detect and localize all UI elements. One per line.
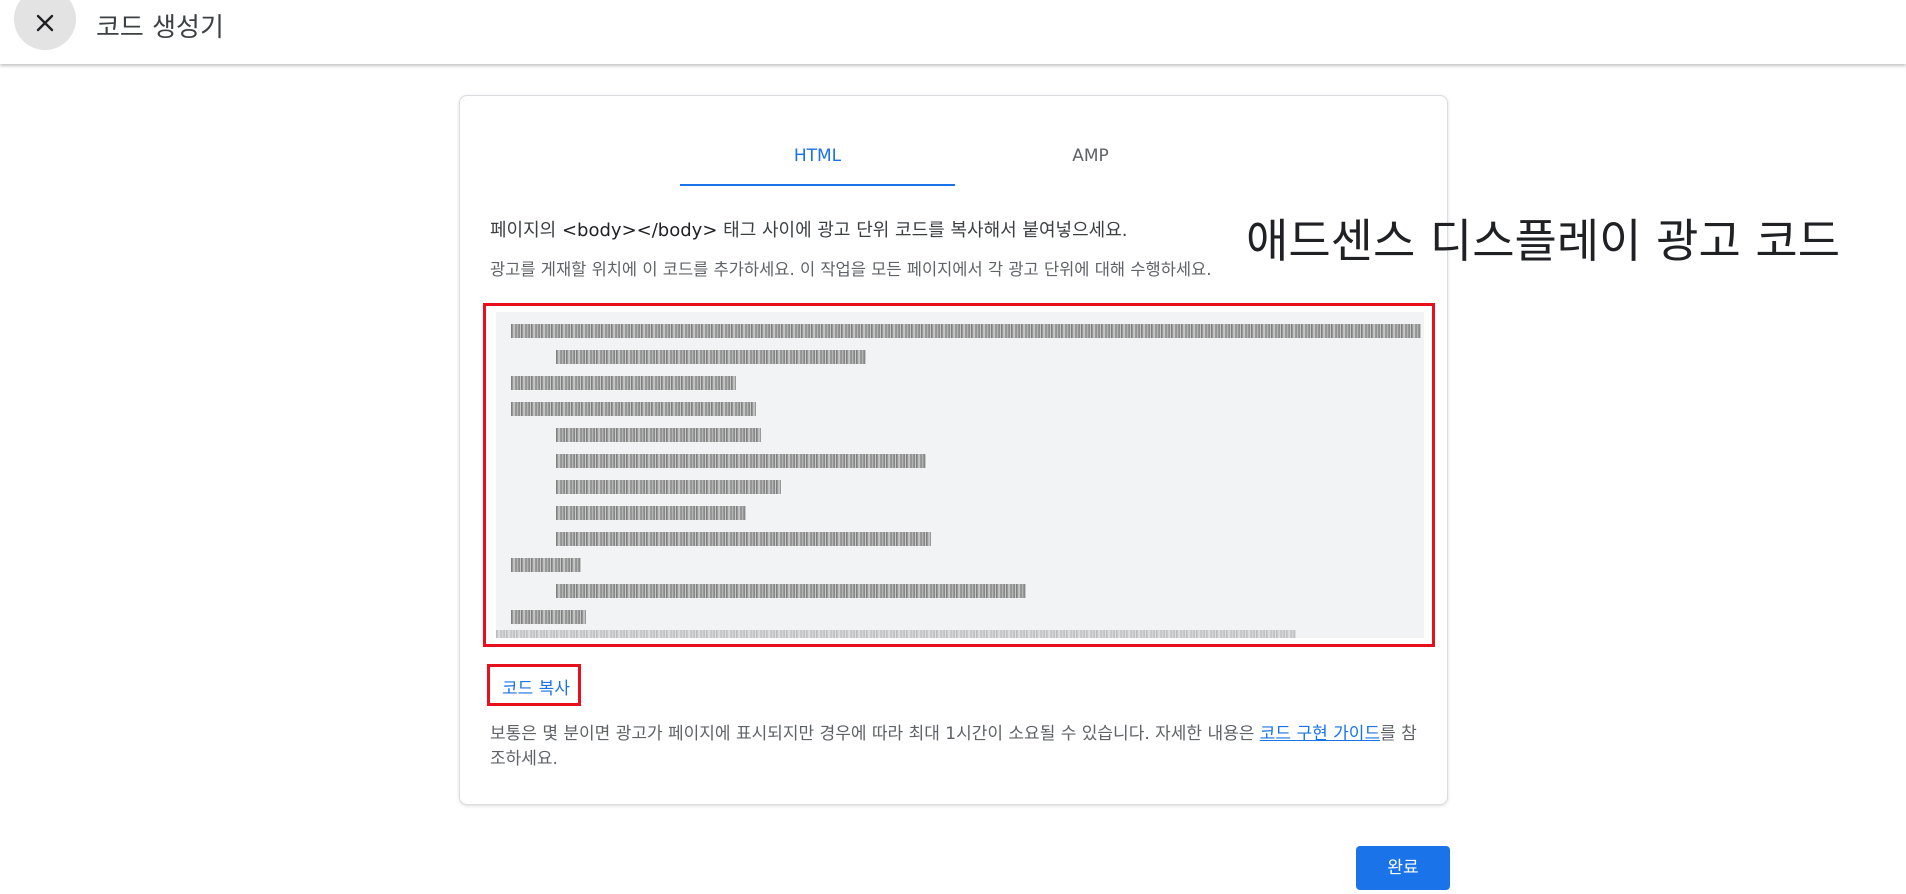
tab-html[interactable]: HTML: [680, 96, 955, 186]
top-bar: 코드 생성기: [0, 0, 1906, 64]
tab-amp[interactable]: AMP: [953, 96, 1228, 186]
instruction-secondary: 광고를 게재할 위치에 이 코드를 추가하세요. 이 작업을 모든 페이지에서 …: [490, 260, 1212, 279]
help-note-text: 보통은 몇 분이면 광고가 페이지에 표시되지만 경우에 따라 최대 1시간이 …: [490, 724, 1260, 744]
copy-code-button[interactable]: 코드 복사: [487, 664, 581, 706]
close-button[interactable]: [14, 0, 76, 50]
ad-code-block[interactable]: [496, 312, 1424, 638]
done-button[interactable]: 완료: [1356, 846, 1450, 890]
code-line: [496, 630, 1296, 638]
help-note: 보통은 몇 분이면 광고가 페이지에 표시되지만 경우에 따라 최대 1시간이 …: [490, 722, 1430, 772]
instruction-prefix: 페이지의: [490, 220, 562, 241]
instruction-body-tag: <body></body>: [561, 220, 718, 241]
overlay-caption: 애드센스 디스플레이 광고 코드: [1246, 214, 1841, 268]
code-line: [511, 402, 756, 416]
code-generator-card: HTML AMP 페이지의 <body></body> 태그 사이에 광고 단위…: [459, 95, 1448, 805]
code-line: [556, 532, 931, 546]
code-line: [556, 584, 1026, 598]
copy-code-label: 코드 복사: [502, 679, 570, 699]
code-line: [556, 454, 926, 468]
code-line: [511, 324, 1421, 338]
page-title: 코드 생성기: [96, 13, 224, 43]
instruction-suffix: 태그 사이에 광고 단위 코드를 복사해서 붙여넣으세요.: [717, 220, 1128, 241]
code-line: [511, 558, 581, 572]
code-line: [556, 506, 746, 520]
active-tab-indicator: [680, 184, 955, 186]
close-icon: [36, 14, 54, 32]
code-line: [556, 480, 781, 494]
code-line: [556, 428, 761, 442]
code-guide-link[interactable]: 코드 구현 가이드: [1260, 724, 1380, 744]
code-line: [556, 350, 866, 364]
ad-code-highlight: [483, 303, 1435, 647]
code-line: [511, 610, 586, 624]
instruction-primary: 페이지의 <body></body> 태그 사이에 광고 단위 코드를 복사해서…: [490, 216, 1128, 242]
code-line: [511, 376, 736, 390]
